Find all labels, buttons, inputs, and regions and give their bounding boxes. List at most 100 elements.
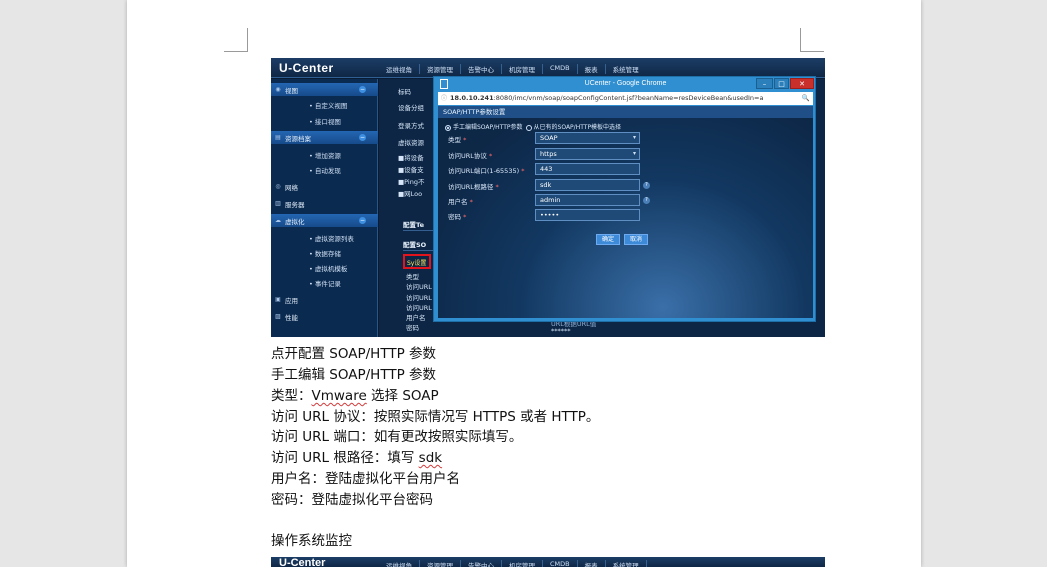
sidebar-item-label: • 自定义视图 xyxy=(309,101,348,110)
popup-field-label: 访问URL端口(1-65535) * xyxy=(448,165,524,175)
zoom-icon[interactable]: 🔍 xyxy=(802,92,810,105)
popup-field-label: 访问URL协议 * xyxy=(448,150,492,160)
radio-manual[interactable]: 手工编辑SOAP/HTTP参数 xyxy=(445,122,523,131)
lower-form-label: 密码 xyxy=(406,324,419,332)
app-sidebar: ◉ 视图 − • 自定义视图 • 接口视图 ▤ 资源档案 − • 增加资源 • 自动发现 ◎ 网络 ▥ 服… xyxy=(271,79,378,337)
sidebar-item[interactable]: • 自定义视图 xyxy=(271,98,378,111)
nav-item[interactable]: CMDB xyxy=(543,64,578,74)
doc-line-3: 类型：Vmware 选择 SOAP xyxy=(271,387,439,405)
radio-group: 手工编辑SOAP/HTTP参数 从已有的SOAP/HTTP模板中选择 xyxy=(445,122,621,131)
popup-select[interactable]: SOAP xyxy=(535,132,640,144)
sidebar-item[interactable]: ▥ 服务器 xyxy=(271,197,378,210)
popup-field-label: 用户名 * xyxy=(448,196,473,206)
sidebar-item[interactable]: • 接口视图 xyxy=(271,114,378,127)
sidebar-item[interactable]: • 事件记录 xyxy=(271,276,378,289)
radio-manual-label: 手工编辑SOAP/HTTP参数 xyxy=(453,124,523,131)
nav-item[interactable]: 报表 xyxy=(578,64,606,74)
maximize-button[interactable]: □ xyxy=(774,78,789,89)
form-label: 虚拟资源 xyxy=(398,139,424,147)
nav-item[interactable]: 报表 xyxy=(578,560,606,567)
radio-template[interactable]: 从已有的SOAP/HTTP模板中选择 xyxy=(525,122,622,131)
nav-item[interactable]: 资源管理 xyxy=(420,560,461,567)
form-label: 登录方式 xyxy=(398,122,424,130)
sidebar-item[interactable]: • 自动发现 xyxy=(271,163,378,176)
sidebar-item[interactable]: • 增加资源 xyxy=(271,148,378,161)
popup-field-label-text: 密码 xyxy=(448,213,461,221)
highlighted-settings-link[interactable]: Sy设置 xyxy=(403,254,431,269)
cloud-icon: ☁ xyxy=(275,217,281,224)
nav-item[interactable]: 告警中心 xyxy=(461,560,502,567)
popup-input[interactable]: 443 xyxy=(535,163,640,175)
doc-line-8: 密码：登陆虚拟化平台密码 xyxy=(271,492,433,508)
doc-line-2: 手工编辑 SOAP/HTTP 参数 xyxy=(271,367,437,383)
sidebar-item[interactable]: • 虚拟资源列表 xyxy=(271,231,378,244)
nav-item[interactable]: 机房管理 xyxy=(502,560,543,567)
cancel-button[interactable]: 取消 xyxy=(624,234,648,245)
app-topbar: U-Center 运维视角 资源管理 告警中心 机房管理 CMDB 报表 系统管理 xyxy=(271,58,825,78)
popup-input[interactable]: admin xyxy=(535,194,640,206)
lower-password-value: ****** xyxy=(551,327,571,335)
radio-on-icon xyxy=(445,124,451,131)
collapse-icon[interactable]: − xyxy=(359,217,366,224)
sidebar-item[interactable]: ◎ 网络 xyxy=(271,180,378,193)
sidebar-item-label: 资源档案 xyxy=(285,134,311,143)
info-icon: ⓘ xyxy=(441,95,448,102)
sidebar-item-label: • 虚拟机模板 xyxy=(309,264,348,273)
sidebar-item[interactable]: ☁ 虚拟化 − xyxy=(271,214,378,227)
nav-item[interactable]: 系统管理 xyxy=(606,64,646,74)
sidebar-item-label: 虚拟化 xyxy=(285,217,305,226)
popup-field-label-text: 访问URL端口(1-65535) xyxy=(448,167,520,175)
app-icon: ▣ xyxy=(275,296,281,303)
form-label: ■将设备 xyxy=(398,154,424,162)
nav-item[interactable]: 资源管理 xyxy=(420,64,461,74)
address-bar[interactable]: ⓘ 18.0.10.241:8080/imc/vnm/soap/soapConf… xyxy=(438,92,813,105)
nav-item[interactable]: 机房管理 xyxy=(502,64,543,74)
sidebar-item[interactable]: • 虚拟机模板 xyxy=(271,261,378,274)
sidebar-item[interactable]: • 数据存储 xyxy=(271,246,378,259)
nav-item[interactable]: 运维视角 xyxy=(379,560,420,567)
popup-input[interactable]: sdk xyxy=(535,179,640,191)
required-mark: * xyxy=(461,136,467,144)
popup-input[interactable]: ••••• xyxy=(535,209,640,221)
lower-form-label: 类型 xyxy=(406,273,419,281)
popup-select[interactable]: https xyxy=(535,148,640,160)
help-icon[interactable]: ? xyxy=(643,197,650,204)
radio-template-label: 从已有的SOAP/HTTP模板中选择 xyxy=(533,124,622,131)
lower-form-label: 访问URL xyxy=(406,294,432,302)
url-path: :8080/imc/vnm/soap/soapConfigContent.jsf… xyxy=(493,94,764,102)
popup-field-label-text: 访问URL协议 xyxy=(448,152,487,160)
help-icon[interactable]: ? xyxy=(643,182,650,189)
nav-item[interactable]: 运维视角 xyxy=(379,64,420,74)
app-nav-2: 运维视角 资源管理 告警中心 机房管理 CMDB 报表 系统管理 xyxy=(379,560,647,567)
required-mark: * xyxy=(519,167,525,175)
minimize-button[interactable]: – xyxy=(756,78,773,89)
sidebar-item[interactable]: ▣ 应用 xyxy=(271,293,378,306)
sidebar-item-label: • 自动发现 xyxy=(309,166,341,175)
sidebar-item[interactable]: ▨ 性能 xyxy=(271,310,378,323)
popup-field-label: 类型 * xyxy=(448,134,466,144)
nav-item[interactable]: 告警中心 xyxy=(461,64,502,74)
embedded-screenshot-2: U-Center 运维视角 资源管理 告警中心 机房管理 CMDB 报表 系统管理 xyxy=(271,557,825,567)
nav-item[interactable]: 系统管理 xyxy=(606,560,647,567)
collapse-icon[interactable]: − xyxy=(359,134,366,141)
crop-mark-top-right xyxy=(800,28,824,52)
doc-line-4: 访问 URL 协议：按照实际情况写 HTTPS 或者 HTTP。 xyxy=(271,409,600,425)
doc-line-3-a: 类型： xyxy=(271,388,312,404)
nav-item[interactable]: CMDB xyxy=(543,560,578,567)
sidebar-item[interactable]: ▤ 资源档案 − xyxy=(271,131,378,144)
globe-icon: ◎ xyxy=(275,183,281,190)
archive-icon: ▤ xyxy=(275,134,281,141)
doc-line-6-a: 访问 URL 根路径：填写 xyxy=(271,450,419,466)
sidebar-item-label: 网络 xyxy=(285,183,298,192)
radio-off-icon xyxy=(525,124,532,131)
chart-icon: ▨ xyxy=(275,313,281,320)
sidebar-item-label: 性能 xyxy=(285,313,298,322)
form-label: 标码 xyxy=(398,88,411,96)
server-icon: ▥ xyxy=(275,200,281,207)
close-button[interactable]: ✕ xyxy=(790,78,814,89)
ok-button[interactable]: 确定 xyxy=(596,234,620,245)
collapse-icon[interactable]: − xyxy=(359,86,366,93)
sidebar-item-label: • 数据存储 xyxy=(309,249,341,258)
sidebar-item[interactable]: ◉ 视图 − xyxy=(271,83,378,96)
app-logo-2: U-Center xyxy=(279,557,326,567)
